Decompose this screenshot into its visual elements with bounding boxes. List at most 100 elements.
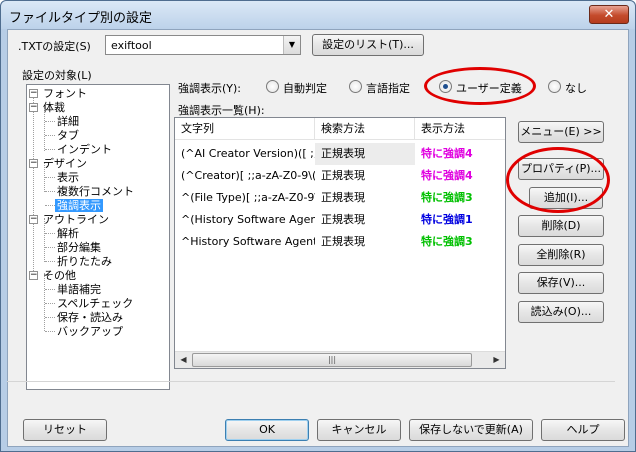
radio-auto-label[interactable]: 自動判定 — [283, 80, 327, 96]
scroll-left-icon[interactable]: ◀ — [176, 353, 191, 367]
tree-connector — [45, 177, 55, 178]
radio-none[interactable] — [548, 80, 561, 93]
radio-none-label[interactable]: なし — [565, 80, 587, 96]
collapse-toggle-icon[interactable]: − — [29, 89, 38, 98]
title-bar: ファイルタイプ別の設定 ✕ — [1, 1, 635, 29]
tree-item-display[interactable]: 表示 — [57, 171, 79, 184]
tree-label: 設定の対象(L) — [22, 69, 92, 82]
chevron-down-icon[interactable]: ▼ — [283, 36, 300, 54]
tree-connector — [45, 205, 55, 206]
tree-item-design[interactable]: デザイン — [43, 157, 87, 170]
radio-user-defined[interactable] — [439, 80, 452, 93]
column-header-display[interactable]: 表示方法 — [415, 118, 505, 140]
table-row[interactable]: (^Creator)[ ;;a-zA-Z0-9\(\ 正規表現 特に強調4 — [175, 165, 505, 187]
delete-all-button[interactable]: 全削除(R) — [518, 244, 604, 266]
table-cell-display: 特に強調1 — [421, 213, 473, 226]
tree-item-analysis[interactable]: 解析 — [57, 227, 79, 240]
tree-item-indent[interactable]: インデント — [57, 143, 112, 156]
tree-item-spellcheck[interactable]: スペルチェック — [57, 297, 133, 310]
radio-auto[interactable] — [266, 80, 279, 93]
table-cell-text: ^History Software Agent — [181, 235, 315, 248]
highlight-mode-label: 強調表示(Y): — [178, 82, 242, 95]
collapse-toggle-icon[interactable]: − — [29, 271, 38, 280]
settings-list-button[interactable]: 設定のリスト(T)... — [312, 34, 424, 56]
delete-button[interactable]: 削除(D) — [518, 215, 604, 237]
tree-connector — [45, 303, 55, 304]
table-cell-method: 正規表現 — [315, 143, 415, 165]
tree-connector — [45, 135, 55, 136]
close-button[interactable]: ✕ — [589, 5, 629, 24]
save-button[interactable]: 保存(V)... — [518, 272, 604, 294]
table-cell-method: 正規表現 — [321, 191, 365, 204]
tree-connector — [45, 247, 55, 248]
collapse-toggle-icon[interactable]: − — [29, 103, 38, 112]
footer-divider — [7, 381, 615, 382]
table-cell-display: 特に強調4 — [421, 169, 473, 182]
cancel-button[interactable]: キャンセル — [317, 419, 401, 441]
tree-connector — [45, 121, 55, 122]
table-cell-text: (^AI Creator Version)([ ;;a- — [181, 147, 315, 160]
menu-button[interactable]: メニュー(E) >> — [518, 121, 604, 143]
tree-item-partial-edit[interactable]: 部分編集 — [57, 241, 101, 254]
tree-connector — [45, 331, 55, 332]
radio-user-defined-label[interactable]: ユーザー定義 — [456, 80, 522, 96]
table-cell-method: 正規表現 — [321, 235, 365, 248]
tree-item-tab[interactable]: タブ — [57, 129, 79, 142]
tree-item-details[interactable]: 詳細 — [57, 115, 79, 128]
tree-item-multiline-comment[interactable]: 複数行コメント — [57, 185, 134, 198]
dialog-window: ファイルタイプ別の設定 ✕ .TXTの設定(S) exiftool ▼ 設定のリ… — [0, 0, 636, 452]
file-type-select[interactable]: exiftool ▼ — [105, 35, 301, 55]
table-cell-text: (^Creator)[ ;;a-zA-Z0-9\(\ — [181, 169, 315, 182]
table-cell-display: 特に強調4 — [421, 147, 473, 160]
load-button[interactable]: 読込み(O)... — [518, 301, 604, 323]
scrollbar-thumb[interactable]: ||| — [192, 353, 472, 367]
horizontal-scrollbar[interactable]: ◀ ||| ▶ — [175, 351, 505, 368]
tree-connector — [45, 261, 55, 262]
table-row[interactable]: ^History Software Agent 正規表現 特に強調3 — [175, 231, 505, 253]
table-row[interactable]: ^(History Software Agent 正規表現 特に強調1 — [175, 209, 505, 231]
tree-connector — [45, 289, 55, 290]
highlight-list[interactable]: 文字列 検索方法 表示方法 (^AI Creator Version)([ ;;… — [174, 117, 506, 369]
tree-item-other[interactable]: その他 — [43, 269, 76, 282]
radio-language-label[interactable]: 言語指定 — [366, 80, 410, 96]
tree-item-folding[interactable]: 折りたたみ — [57, 255, 112, 268]
tree-item-outline[interactable]: アウトライン — [43, 213, 109, 226]
help-button[interactable]: ヘルプ — [541, 419, 625, 441]
scroll-right-icon[interactable]: ▶ — [489, 353, 504, 367]
settings-tree[interactable]: − フォント − 体裁 詳細 タブ インデント − デザイン 表示 複数行コメン… — [26, 84, 170, 390]
ok-button[interactable]: OK — [225, 419, 309, 441]
tree-item-save-load[interactable]: 保存・読込み — [57, 311, 123, 324]
window-title: ファイルタイプ別の設定 — [9, 11, 153, 26]
reset-button[interactable]: リセット — [23, 419, 107, 441]
table-cell-text: ^(History Software Agent — [181, 213, 315, 226]
highlight-list-label: 強調表示一覧(H): — [178, 104, 265, 117]
column-header-method[interactable]: 検索方法 — [315, 118, 415, 140]
list-header: 文字列 検索方法 表示方法 — [175, 118, 505, 140]
tree-connector — [45, 317, 55, 318]
tree-connector — [45, 233, 55, 234]
table-cell-text: ^(File Type)[ ;;a-zA-Z0-9\( — [181, 191, 315, 204]
table-cell-display: 特に強調3 — [421, 191, 473, 204]
tree-item-font[interactable]: フォント — [43, 87, 87, 100]
table-row[interactable]: ^(File Type)[ ;;a-zA-Z0-9\( 正規表現 特に強調3 — [175, 187, 505, 209]
tree-item-backup[interactable]: バックアップ — [57, 325, 123, 338]
properties-button[interactable]: プロパティ(P)... — [518, 158, 604, 180]
table-cell-display: 特に強調3 — [421, 235, 473, 248]
tree-connector — [45, 149, 55, 150]
table-cell-method: 正規表現 — [321, 169, 365, 182]
update-without-save-button[interactable]: 保存しないで更新(A) — [409, 419, 533, 441]
file-type-value: exiftool — [111, 39, 152, 52]
tree-item-highlight[interactable]: 強調表示 — [55, 199, 103, 212]
add-button[interactable]: 追加(I)... — [529, 187, 603, 209]
tree-connector — [45, 191, 55, 192]
tree-item-word-completion[interactable]: 単語補完 — [57, 283, 101, 296]
collapse-toggle-icon[interactable]: − — [29, 215, 38, 224]
collapse-toggle-icon[interactable]: − — [29, 159, 38, 168]
table-cell-method: 正規表現 — [321, 213, 365, 226]
column-header-text[interactable]: 文字列 — [175, 118, 315, 140]
file-type-label: .TXTの設定(S) — [18, 40, 91, 53]
tree-item-layout[interactable]: 体裁 — [43, 101, 65, 114]
tree-connector — [33, 94, 34, 275]
table-row[interactable]: (^AI Creator Version)([ ;;a- 正規表現 特に強調4 — [175, 143, 505, 165]
radio-language[interactable] — [349, 80, 362, 93]
